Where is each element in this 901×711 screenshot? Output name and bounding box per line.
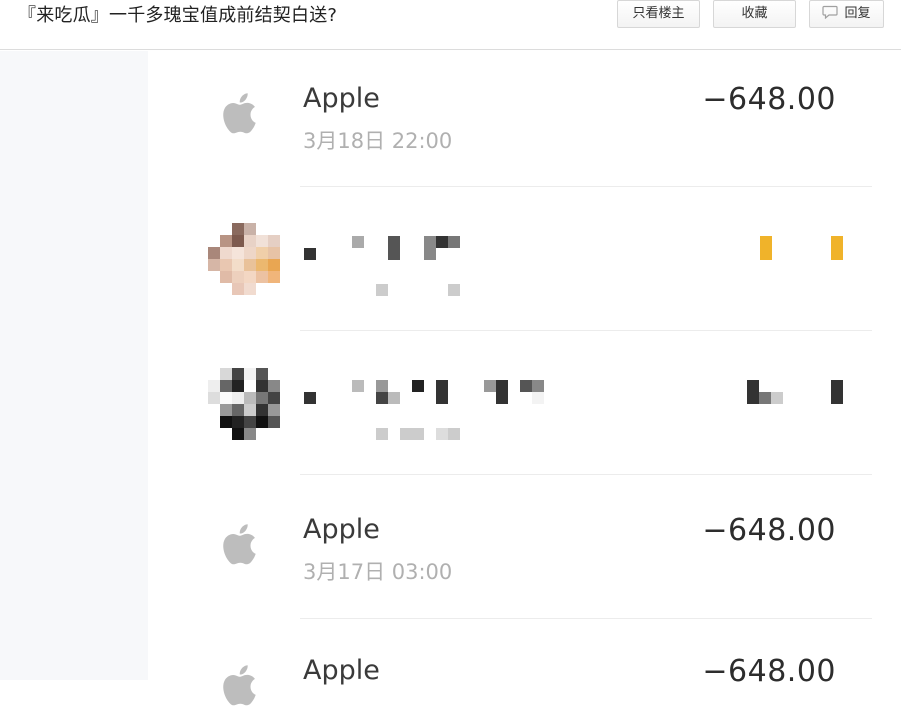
post-title: 『来吃瓜』一千多瑰宝值成前结契白送? <box>18 5 338 26</box>
transaction-amount: −648.00 <box>702 82 836 117</box>
transaction-datetime: 3月17日 03:00 <box>303 560 453 584</box>
transaction-amount: −648.00 <box>702 513 836 548</box>
merchant-name: Apple <box>303 83 380 114</box>
post-header: 『来吃瓜』一千多瑰宝值成前结契白送? 只看楼主 收藏 回复 <box>0 0 901 50</box>
only-author-button[interactable]: 只看楼主 <box>617 0 700 28</box>
transaction-list-image: Apple 3月18日 22:00 −648.00 Apple 3月17日 03… <box>148 51 901 706</box>
speech-bubble-icon <box>822 5 839 19</box>
apple-logo-icon <box>223 665 256 706</box>
pixelated-avatar <box>208 368 280 440</box>
favorite-button[interactable]: 收藏 <box>713 0 796 28</box>
reply-button[interactable]: 回复 <box>809 0 884 28</box>
transaction-datetime: 3月18日 22:00 <box>303 129 453 153</box>
apple-logo-icon <box>223 524 256 565</box>
image-left-margin <box>0 51 148 680</box>
pixelated-avatar <box>208 223 280 295</box>
apple-logo-icon <box>223 93 256 134</box>
reply-button-label: 回复 <box>844 6 871 21</box>
row-divider <box>300 330 872 331</box>
row-divider <box>300 186 872 187</box>
row-divider <box>300 618 872 619</box>
row-divider <box>300 474 872 475</box>
merchant-name: Apple <box>303 514 380 545</box>
merchant-name: Apple <box>303 655 380 686</box>
transaction-amount: −648.00 <box>702 654 836 689</box>
